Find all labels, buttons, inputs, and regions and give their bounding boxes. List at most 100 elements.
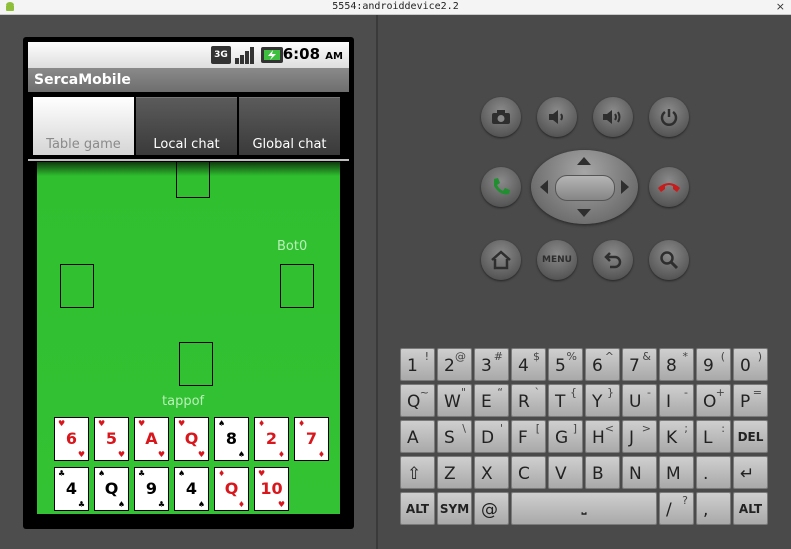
key-5[interactable]: 5% [548,348,583,381]
spades-suit-icon: ♠ [218,419,226,428]
dpad-down-icon[interactable] [577,209,591,217]
key-alt-label: ] [572,422,577,435]
key-b[interactable]: B [585,456,620,489]
key-h[interactable]: H < [585,420,620,453]
playing-card[interactable]: ♠ Q ♠ [94,467,129,511]
key-m[interactable]: M [659,456,694,489]
key-del[interactable]: DEL [733,420,768,453]
playing-card[interactable]: ♦ 7 ♦ [294,417,329,461]
power-button[interactable] [649,97,689,137]
key-/[interactable]: /? [659,492,694,525]
volume-up-button[interactable] [593,97,633,137]
key-g[interactable]: G] [548,420,583,453]
key-label: SYM [439,502,470,516]
key-alt[interactable]: ALT [733,492,768,525]
key-t[interactable]: T{ [548,384,583,417]
dpad-right-icon[interactable] [621,180,629,194]
tab-local-chat[interactable]: Local chat [136,97,237,155]
player-name-bot: Bot0 [277,239,308,254]
search-button[interactable] [649,240,689,280]
back-button[interactable] [593,240,633,280]
key-d[interactable]: D ' [474,420,509,453]
playing-card[interactable]: ♥ A ♥ [134,417,169,461]
key-alt-label: + [715,386,725,399]
key-sym[interactable]: SYM [437,492,472,525]
key-3[interactable]: 3 # [474,348,509,381]
key-n[interactable]: N [622,456,657,489]
volume-down-button[interactable] [537,97,577,137]
key-o[interactable]: O + [696,384,731,417]
home-button[interactable] [481,240,521,280]
dpad-left-icon[interactable] [540,180,548,194]
hearts-suit-icon: ♥ [98,419,106,428]
key-@[interactable]: @ [474,492,509,525]
key-u[interactable]: U- [622,384,657,417]
menu-button[interactable]: MENU [537,240,577,280]
key-label: 0 [740,356,751,376]
key-alt-label: ! [424,350,429,363]
key-z[interactable]: Z [437,456,472,489]
key-q[interactable]: Q ~ [400,384,435,417]
playing-card[interactable]: ♠ 4 ♠ [174,467,209,511]
key-alt[interactable]: ALT [400,492,435,525]
key-alt-label: > [641,422,651,435]
key-6[interactable]: 6 ^ [585,348,620,381]
key-↵[interactable]: ↵ [733,456,768,489]
key-e[interactable]: E “ [474,384,509,417]
key-alt-label: ' [499,422,503,435]
playing-card[interactable]: ♥ Q ♥ [174,417,209,461]
key-i[interactable]: I- [659,384,694,417]
power-icon [660,109,678,126]
key-1[interactable]: 1! [400,348,435,381]
playing-card[interactable]: ♣ 9 ♣ [134,467,169,511]
key-⇧[interactable]: ⇧ [400,456,435,489]
key-r[interactable]: R ` [511,384,546,417]
key-c[interactable]: C [511,456,546,489]
status-bar: 3G 6:08 AM [28,42,349,68]
key-0[interactable]: 0) [733,348,768,381]
camera-button[interactable] [481,97,521,137]
key-y[interactable]: Y} [585,384,620,417]
playing-card[interactable]: ♥ 6 ♥ [54,417,89,461]
card-slot-bottom [179,342,213,386]
key-label: Z [444,464,456,484]
key-k[interactable]: K; [659,420,694,453]
key-p[interactable]: P = [733,384,768,417]
game-table: Bot0 tappof ♥ 6 ♥ ♥ 5 ♥ ♥ A ♥ ♥ Q ♥ ♠ 8 ♠ ♦ 2 ♦ ♦ 7 ♦ ♣ 4 ♣ ♠ Q ♠… [37,162,340,514]
tab-table-game[interactable]: Table game [33,97,134,155]
key-w[interactable]: W " [437,384,472,417]
playing-card[interactable]: ♦ 2 ♦ [254,417,289,461]
window-titlebar: 5554:androiddevice2.2 × [0,0,791,15]
key-,[interactable]: , [696,492,731,525]
call-button[interactable] [481,167,521,207]
key-⎵[interactable]: ⎵ [511,492,657,525]
playing-card[interactable]: ♥ 5 ♥ [94,417,129,461]
playing-card[interactable]: ♠ 8 ♠ [214,417,249,461]
key-4[interactable]: 4 $ [511,348,546,381]
playing-card[interactable]: ♦ Q ♦ [214,467,249,511]
card-rank: 4 [185,479,198,498]
key-l[interactable]: L: [696,420,731,453]
dpad-up-icon[interactable] [577,157,591,165]
window-close-button[interactable]: × [776,0,785,14]
key-label: U [629,392,642,412]
tab-global-chat[interactable]: Global chat [239,97,340,155]
key-f[interactable]: F[ [511,420,546,453]
key-a[interactable]: A [400,420,435,453]
key-v[interactable]: V [548,456,583,489]
playing-card[interactable]: ♣ 4 ♣ [54,467,89,511]
key-label: I [666,392,672,412]
key-9[interactable]: 9( [696,348,731,381]
key-7[interactable]: 7 & [622,348,657,381]
end-call-button[interactable] [649,167,689,207]
key-j[interactable]: J > [622,420,657,453]
key-x[interactable]: X [474,456,509,489]
playing-card[interactable]: ♥ 10 ♥ [254,467,289,511]
end-call-icon [658,183,680,192]
key-.[interactable]: . [696,456,731,489]
key-label: L [703,428,713,448]
key-s[interactable]: S \ [437,420,472,453]
key-8[interactable]: 8 * [659,348,694,381]
key-2[interactable]: 2 @ [437,348,472,381]
dpad-center-button[interactable] [555,175,615,201]
